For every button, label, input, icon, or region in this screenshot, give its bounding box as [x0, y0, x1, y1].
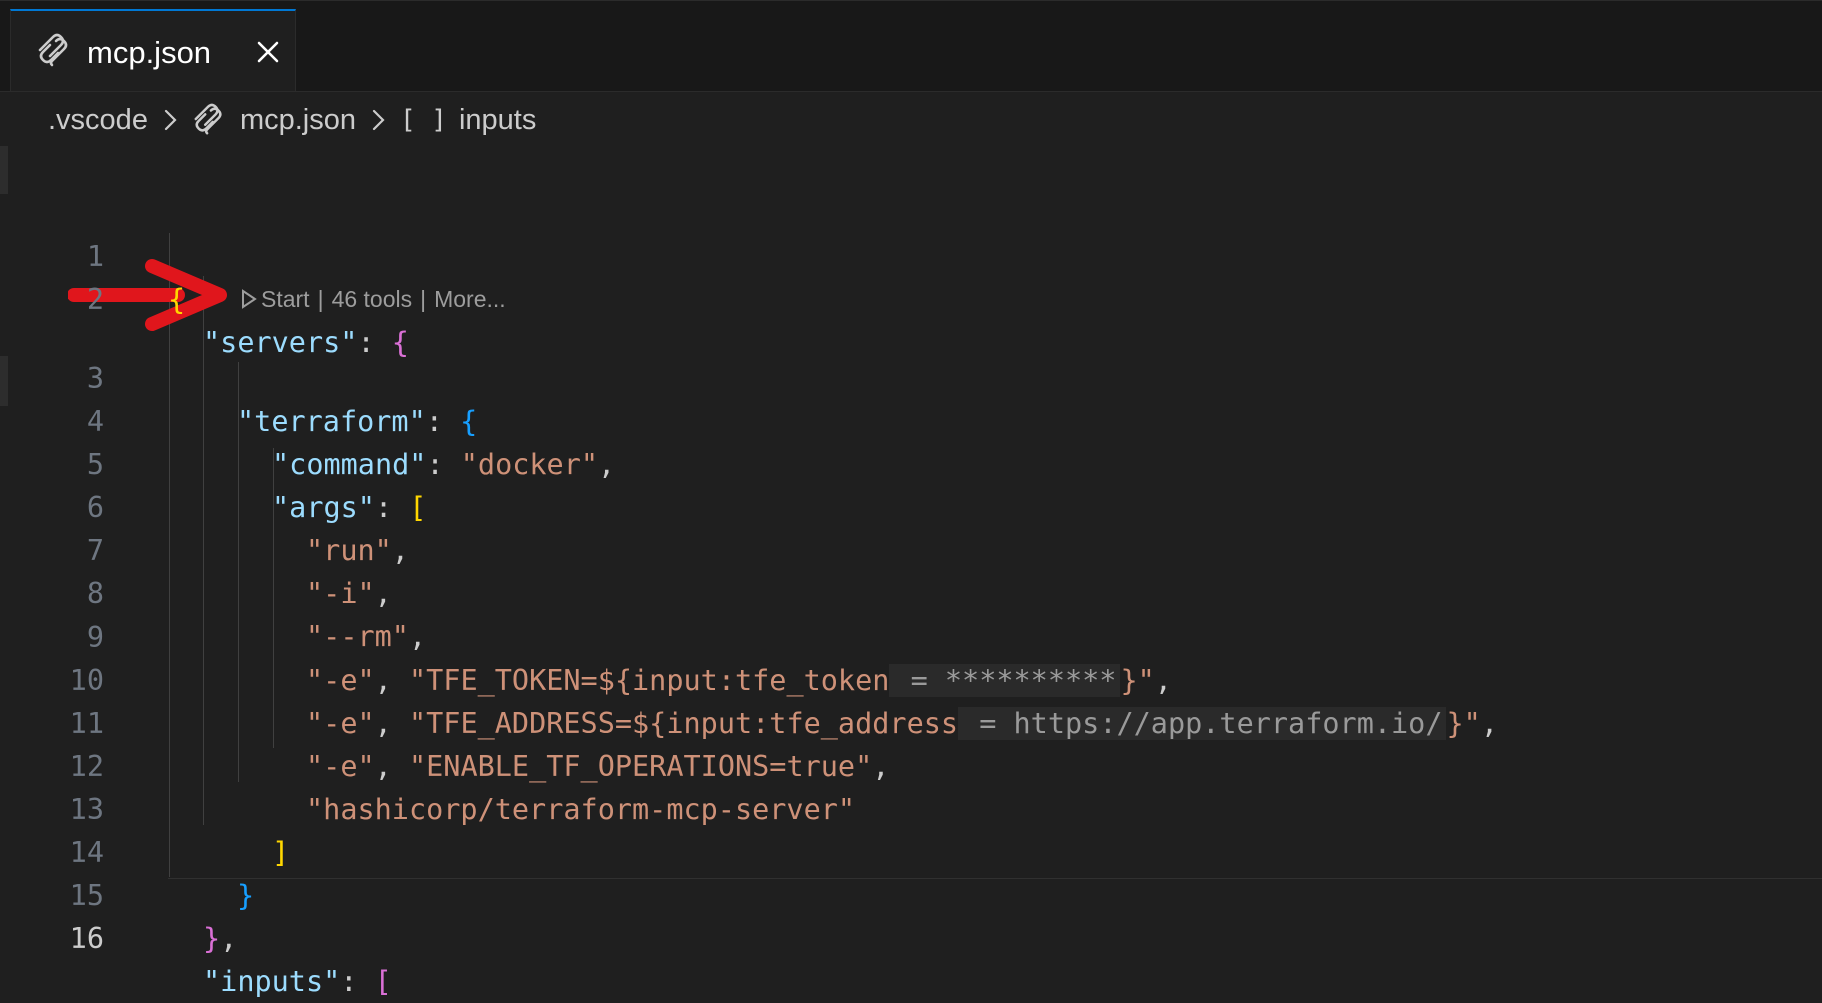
chevron-right-icon [372, 109, 385, 131]
code-line: 13 ] [0, 745, 1822, 869]
code-line: 6 "run", [0, 443, 1822, 567]
code-line: 10 "-e", "TFE_ADDRESS=${input:tfe_addres… [0, 616, 1822, 740]
breadcrumb: .vscode mcp.json [ ] inputs [48, 100, 536, 140]
line-number: 16 [69, 922, 104, 955]
code-line: 2 "servers": { [0, 235, 1822, 359]
code-line: 7 "-i", [0, 486, 1822, 610]
chevron-right-icon [164, 109, 177, 131]
edge-mark [0, 146, 8, 194]
breadcrumb-folder[interactable]: .vscode [48, 104, 148, 137]
code-line: 5 "args": [ [0, 400, 1822, 524]
tab-mcp-json[interactable]: mcp.json [10, 9, 296, 92]
codelens-more[interactable]: More... [434, 281, 506, 317]
code-line: 4 "command": "docker", [0, 357, 1822, 481]
code-line: 9 "-e", "TFE_TOKEN=${input:tfe_token = *… [0, 573, 1822, 697]
tab-label: mcp.json [87, 35, 212, 70]
tab-bar: mcp.json [0, 0, 1822, 92]
codelens-tools[interactable]: 46 tools [332, 281, 413, 317]
play-icon[interactable] [240, 289, 258, 309]
code-line: 14 } [0, 788, 1822, 912]
codelens: Start | 46 tools | More... [240, 281, 506, 317]
mcp-icon [194, 103, 222, 135]
code-line: 8 "--rm", [0, 529, 1822, 653]
breadcrumb-symbol[interactable]: inputs [459, 104, 536, 137]
codelens-separator: | [317, 286, 324, 312]
array-symbol-icon: [ ] [400, 105, 447, 135]
tab-bar-divider [0, 91, 1822, 92]
code-line: 3 "terraform": { [0, 314, 1822, 438]
close-icon[interactable] [251, 35, 285, 69]
code-line: 16 "inputs": [ [0, 874, 1822, 998]
codelens-start[interactable]: Start [261, 281, 310, 317]
code-line: 1 { [0, 192, 1822, 316]
mcp-icon [38, 33, 68, 67]
code-line: 11 "-e", "ENABLE_TF_OPERATIONS=true", [0, 659, 1822, 783]
breadcrumb-file[interactable]: mcp.json [240, 104, 356, 137]
codelens-separator: | [420, 286, 427, 312]
code-line: 15 }, [0, 831, 1822, 955]
code-line: 12 "hashicorp/terraform-mcp-server" [0, 702, 1822, 826]
